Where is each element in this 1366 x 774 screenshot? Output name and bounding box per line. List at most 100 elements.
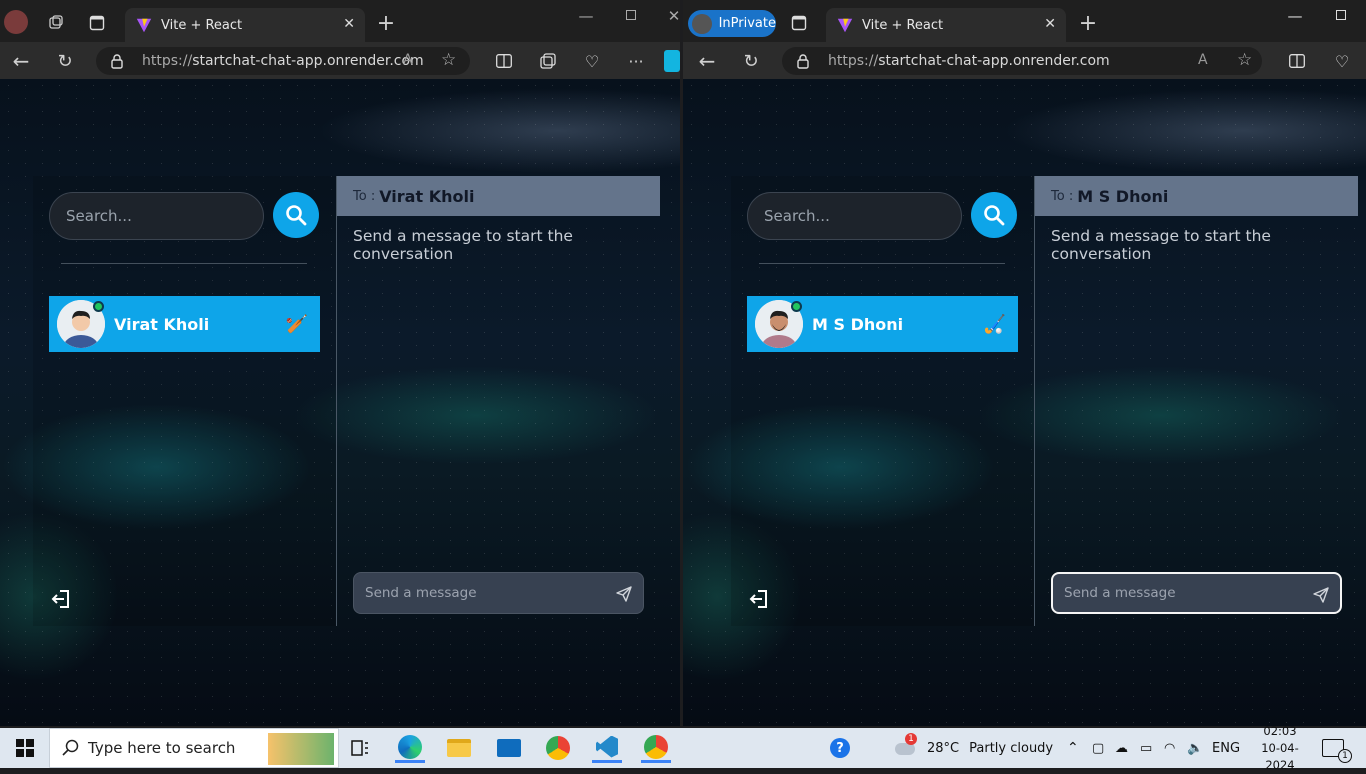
url-host: startchat-chat-app.onrender.com	[192, 53, 424, 69]
to-label: To :	[353, 188, 376, 204]
logout-icon[interactable]	[749, 588, 771, 610]
message-placeholder: Send a message	[365, 585, 477, 601]
language-indicator[interactable]: ENG	[1212, 728, 1240, 768]
browser-essentials-icon[interactable]: ♡	[581, 50, 603, 72]
cricket-bat-icon: 🏏	[285, 313, 308, 335]
close-window-icon[interactable]: ✕	[668, 7, 680, 25]
address-bar[interactable]: https://startchat-chat-app.onrender.com …	[782, 47, 1262, 75]
send-icon[interactable]	[615, 585, 633, 603]
send-icon[interactable]	[1312, 586, 1330, 604]
vite-logo-icon	[837, 18, 853, 33]
maximize-icon[interactable]	[624, 8, 638, 22]
task-view-icon[interactable]	[345, 733, 375, 763]
contact-item[interactable]: M S Dhoni 🏑	[747, 296, 1018, 352]
search-icon	[62, 739, 79, 756]
search-button[interactable]	[971, 192, 1017, 238]
url-scheme: https://	[828, 53, 879, 69]
chrome-app-icon[interactable]	[543, 733, 573, 763]
sidebar-panel	[731, 176, 1034, 626]
close-tab-icon[interactable]: ✕	[1044, 16, 1056, 32]
refresh-icon[interactable]: ↻	[54, 50, 76, 72]
tab-actions-icon[interactable]	[788, 12, 810, 34]
online-indicator	[93, 301, 104, 312]
message-input[interactable]: Send a message	[1051, 572, 1342, 614]
tab-actions-icon[interactable]	[86, 12, 108, 34]
new-tab-icon[interactable]: +	[1077, 11, 1099, 36]
browser-window-right: InPrivate Vite + React ✕ + — ← ↻ https:/…	[683, 0, 1366, 726]
to-label: To :	[1051, 188, 1074, 204]
contact-item[interactable]: Virat Kholi 🏏	[49, 296, 320, 352]
back-icon[interactable]: ←	[10, 49, 32, 73]
weather-temp: 28°C	[927, 740, 960, 756]
new-tab-icon[interactable]: +	[375, 11, 397, 36]
favorite-star-icon[interactable]: ☆	[1237, 50, 1252, 70]
tab-vite-react[interactable]: Vite + React ✕	[125, 8, 365, 42]
wifi-icon[interactable]: ◠	[1164, 728, 1175, 768]
search-input[interactable]: Search...	[49, 192, 264, 240]
workspaces-icon[interactable]	[44, 10, 68, 34]
inprivate-badge[interactable]: InPrivate	[688, 10, 776, 37]
search-placeholder: Search...	[66, 207, 132, 225]
inprivate-avatar-icon	[692, 13, 712, 34]
volume-icon[interactable]: 🔈	[1187, 728, 1203, 768]
chrome-profile-app-icon[interactable]	[641, 733, 671, 763]
collections-icon[interactable]	[537, 50, 559, 72]
address-bar[interactable]: https://startchat-chat-app.onrender.com …	[96, 47, 470, 75]
inprivate-label: InPrivate	[718, 16, 776, 31]
show-hidden-icons-icon[interactable]: ⌃	[1067, 728, 1079, 768]
minimize-icon[interactable]: —	[578, 7, 594, 25]
help-icon[interactable]: ?	[825, 733, 855, 763]
clock[interactable]: 02:03 10-04-2024	[1250, 724, 1310, 772]
battery-icon[interactable]: ▭	[1140, 728, 1152, 768]
search-icon	[286, 205, 307, 226]
onedrive-icon[interactable]: ☁	[1115, 728, 1128, 768]
weather-widget[interactable]: 1 28°C Partly cloudy	[893, 728, 1053, 768]
search-placeholder: Search...	[764, 207, 830, 225]
url-host: startchat-chat-app.onrender.com	[878, 53, 1110, 69]
start-windows-icon[interactable]	[10, 733, 40, 763]
online-indicator	[791, 301, 802, 312]
vscode-app-icon[interactable]	[592, 733, 622, 763]
more-options-icon[interactable]: ···	[625, 50, 647, 72]
edge-app-icon[interactable]	[395, 733, 425, 763]
split-screen-icon[interactable]	[493, 50, 515, 72]
chat-panel: To : Virat Kholi Send a message to start…	[336, 176, 660, 626]
close-tab-icon[interactable]: ✕	[343, 16, 355, 32]
chat-panel: To : M S Dhoni Send a message to start t…	[1034, 176, 1358, 626]
back-icon[interactable]: ←	[696, 49, 718, 73]
copilot-icon[interactable]	[664, 50, 680, 72]
refresh-icon[interactable]: ↻	[740, 50, 762, 72]
notification-count: 1	[1338, 749, 1352, 763]
meet-now-icon[interactable]: ▢	[1092, 728, 1104, 768]
profile-avatar-icon[interactable]	[4, 10, 28, 34]
minimize-icon[interactable]: —	[1287, 7, 1303, 25]
address-toolbar: ← ↻ https://startchat-chat-app.onrender.…	[683, 42, 1366, 79]
mail-app-icon[interactable]	[494, 733, 524, 763]
split-screen-icon[interactable]	[1286, 50, 1308, 72]
search-icon	[984, 205, 1005, 226]
vite-logo-icon	[136, 18, 152, 33]
taskbar-search-box[interactable]: Type here to search	[49, 728, 339, 768]
tab-vite-react[interactable]: Vite + React ✕	[826, 8, 1066, 42]
recipient-name: Virat Kholi	[379, 186, 475, 206]
message-input[interactable]: Send a message	[353, 572, 644, 614]
sidebar-panel	[33, 176, 336, 626]
read-aloud-icon[interactable]: A	[1198, 52, 1208, 68]
search-highlight-image	[268, 733, 334, 765]
page-viewport: Search... Virat Kholi 🏏 To : Virat Kholi…	[0, 79, 680, 726]
browser-essentials-icon[interactable]: ♡	[1331, 50, 1353, 72]
empty-chat-hint: Send a message to start the conversation	[353, 227, 573, 263]
notification-center[interactable]: 1	[1322, 728, 1352, 768]
recipient-name: M S Dhoni	[1077, 186, 1169, 206]
file-explorer-icon[interactable]	[444, 733, 474, 763]
favorite-star-icon[interactable]: ☆	[441, 50, 456, 70]
sidebar-divider	[61, 263, 307, 264]
search-input[interactable]: Search...	[747, 192, 962, 240]
maximize-icon[interactable]	[1334, 8, 1348, 22]
page-viewport: Search... M S Dhoni 🏑 To : M S Dhoni Sen…	[683, 79, 1366, 726]
address-toolbar: ← ↻ https://startchat-chat-app.onrender.…	[0, 42, 680, 79]
logout-icon[interactable]	[51, 588, 73, 610]
search-button[interactable]	[273, 192, 319, 238]
contact-name: Virat Kholi	[114, 314, 210, 334]
read-aloud-icon[interactable]: A	[403, 52, 413, 68]
